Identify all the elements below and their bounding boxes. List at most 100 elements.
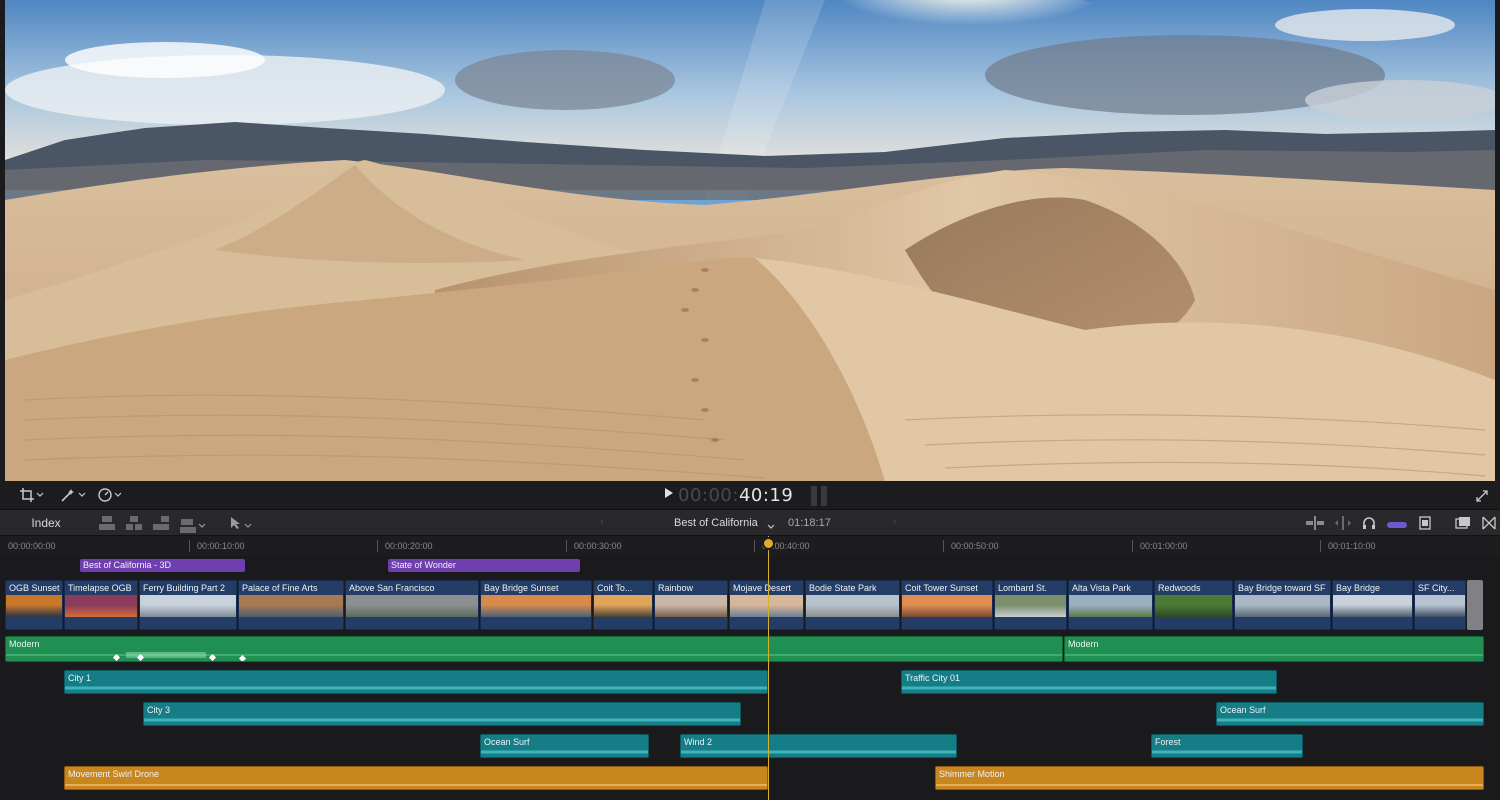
sound-effect-clip[interactable]: City 3 (143, 702, 741, 726)
video-clip[interactable]: Alta Vista Park (1068, 580, 1153, 630)
timeline-ruler[interactable]: 00:00:00:00 00:00:10:00 00:00:20:00 00:0… (0, 536, 1500, 556)
connect-clip-icon[interactable] (98, 515, 116, 536)
timeline-tracks[interactable]: Best of California - 3D State of Wonder … (0, 556, 1500, 800)
clip-label: Movement Swirl Drone (68, 769, 160, 779)
select-tool-icon (230, 516, 242, 535)
back-arrow-icon[interactable]: ‹ (600, 516, 604, 528)
video-clip[interactable]: Coit To... (593, 580, 653, 630)
video-clip[interactable]: Timelapse OGB (64, 580, 138, 630)
skimming-icon[interactable] (1306, 516, 1324, 535)
video-clip[interactable]: Palace of Fine Arts (238, 580, 344, 630)
clip-label: Mojave Desert (733, 583, 792, 593)
clip-label: Ocean Surf (484, 737, 530, 747)
audio-skimming-icon[interactable] (1335, 516, 1351, 535)
audio-waveform (65, 686, 767, 690)
clip-label: Coit Tower Sunset (905, 583, 978, 593)
video-clip[interactable]: Lombard St. (994, 580, 1067, 630)
ruler-tick-label: 00:00:00:00 (8, 541, 56, 551)
video-viewer[interactable] (5, 0, 1495, 481)
clip-label: Bodie State Park (809, 583, 877, 593)
video-clip[interactable]: Mojave Desert (729, 580, 804, 630)
sound-effect-clip[interactable]: Movement Swirl Drone (64, 766, 768, 790)
project-name[interactable]: Best of California (674, 515, 758, 531)
clip-label: State of Wonder (391, 560, 456, 570)
ruler-tick (377, 540, 378, 552)
audio-meter-icon (811, 486, 827, 506)
video-clip[interactable]: Redwoods (1154, 580, 1233, 630)
clip-label: OGB Sunset (9, 583, 60, 593)
video-clip[interactable]: OGB Sunset (5, 580, 63, 630)
ruler-tick-label: 00:01:00:00 (1140, 541, 1188, 551)
video-clip[interactable]: Bay Bridge Sunset (480, 580, 592, 630)
video-clip[interactable]: Bodie State Park (805, 580, 900, 630)
clip-thumbnail (346, 595, 478, 617)
clip-thumbnail (65, 595, 137, 617)
timeline-right-controls (1306, 516, 1496, 535)
music-clip[interactable]: Modern (5, 636, 1063, 662)
audio-waveform (1065, 654, 1483, 656)
video-clip[interactable]: SF City... (1414, 580, 1466, 630)
clip-label: Ferry Building Part 2 (143, 583, 226, 593)
video-clip[interactable]: Rainbow (654, 580, 728, 630)
clip-thumbnail (730, 595, 803, 617)
video-clip[interactable]: Bay Bridge (1332, 580, 1413, 630)
video-clip[interactable]: Ferry Building Part 2 (139, 580, 237, 630)
sound-effect-clip[interactable]: Forest (1151, 734, 1303, 758)
clip-thumbnail (1235, 595, 1330, 617)
timecode-display[interactable]: 00:00: 40:19 (664, 484, 793, 506)
crop-tool-button[interactable] (20, 487, 44, 503)
chevron-down-icon[interactable] (767, 518, 775, 536)
sound-effect-clip[interactable]: Wind 2 (680, 734, 957, 758)
clip-label: Above San Francisco (349, 583, 435, 593)
clip-label: Ocean Surf (1220, 705, 1266, 715)
timeline-end-marker[interactable] (1467, 580, 1483, 630)
solo-icon[interactable] (1362, 516, 1376, 535)
overwrite-clip-icon[interactable] (179, 515, 206, 536)
enhance-tool-button[interactable] (60, 487, 86, 503)
audio-waveform (681, 750, 956, 754)
audio-waveform (1217, 718, 1483, 722)
transitions-icon[interactable] (1482, 516, 1496, 535)
viewer-toolbar: 00:00: 40:19 (0, 481, 1500, 509)
index-button[interactable]: Index (18, 515, 74, 531)
sound-effect-clip[interactable]: Ocean Surf (480, 734, 649, 758)
clip-thumbnail (902, 595, 992, 617)
snapping-icon[interactable] (1387, 517, 1407, 535)
sound-effect-clip[interactable]: Ocean Surf (1216, 702, 1484, 726)
crop-icon (20, 488, 34, 502)
title-clip[interactable]: State of Wonder (388, 559, 580, 572)
audio-waveform (65, 784, 767, 786)
edit-buttons-group (98, 515, 206, 536)
append-clip-icon[interactable] (152, 515, 170, 536)
video-clip[interactable]: Coit Tower Sunset (901, 580, 993, 630)
clip-thumbnail (1333, 595, 1412, 617)
browser-icon[interactable] (1455, 516, 1471, 535)
audio-waveform (936, 784, 1483, 786)
sound-effect-clip[interactable]: City 1 (64, 670, 768, 694)
ruler-tick (566, 540, 567, 552)
video-clip[interactable]: Above San Francisco (345, 580, 479, 630)
chevron-down-icon (114, 491, 122, 499)
forward-arrow-icon[interactable]: › (893, 516, 897, 528)
viewer-frame-image (5, 0, 1495, 481)
playhead-handle[interactable] (764, 539, 773, 548)
video-clip[interactable]: Bay Bridge toward SF (1234, 580, 1331, 630)
music-clip[interactable]: Modern (1064, 636, 1484, 662)
retime-button[interactable] (98, 487, 122, 503)
play-icon[interactable] (664, 486, 674, 504)
ruler-tick (943, 540, 944, 552)
sound-effect-clip[interactable]: Traffic City 01 (901, 670, 1277, 694)
insert-clip-icon[interactable] (125, 515, 143, 536)
fullscreen-button[interactable] (1476, 488, 1488, 504)
audio-waveform (902, 686, 1276, 690)
clip-thumbnail (806, 595, 899, 617)
audio-waveform (6, 652, 1062, 658)
sound-effect-clip[interactable]: Shimmer Motion (935, 766, 1484, 790)
title-clip[interactable]: Best of California - 3D (80, 559, 245, 572)
clip-appearance-icon[interactable] (1418, 516, 1432, 535)
ruler-tick (1132, 540, 1133, 552)
chevron-down-icon (244, 517, 252, 535)
clip-thumbnail (655, 595, 727, 617)
select-tool-button[interactable] (230, 516, 252, 535)
playhead[interactable] (768, 536, 769, 800)
